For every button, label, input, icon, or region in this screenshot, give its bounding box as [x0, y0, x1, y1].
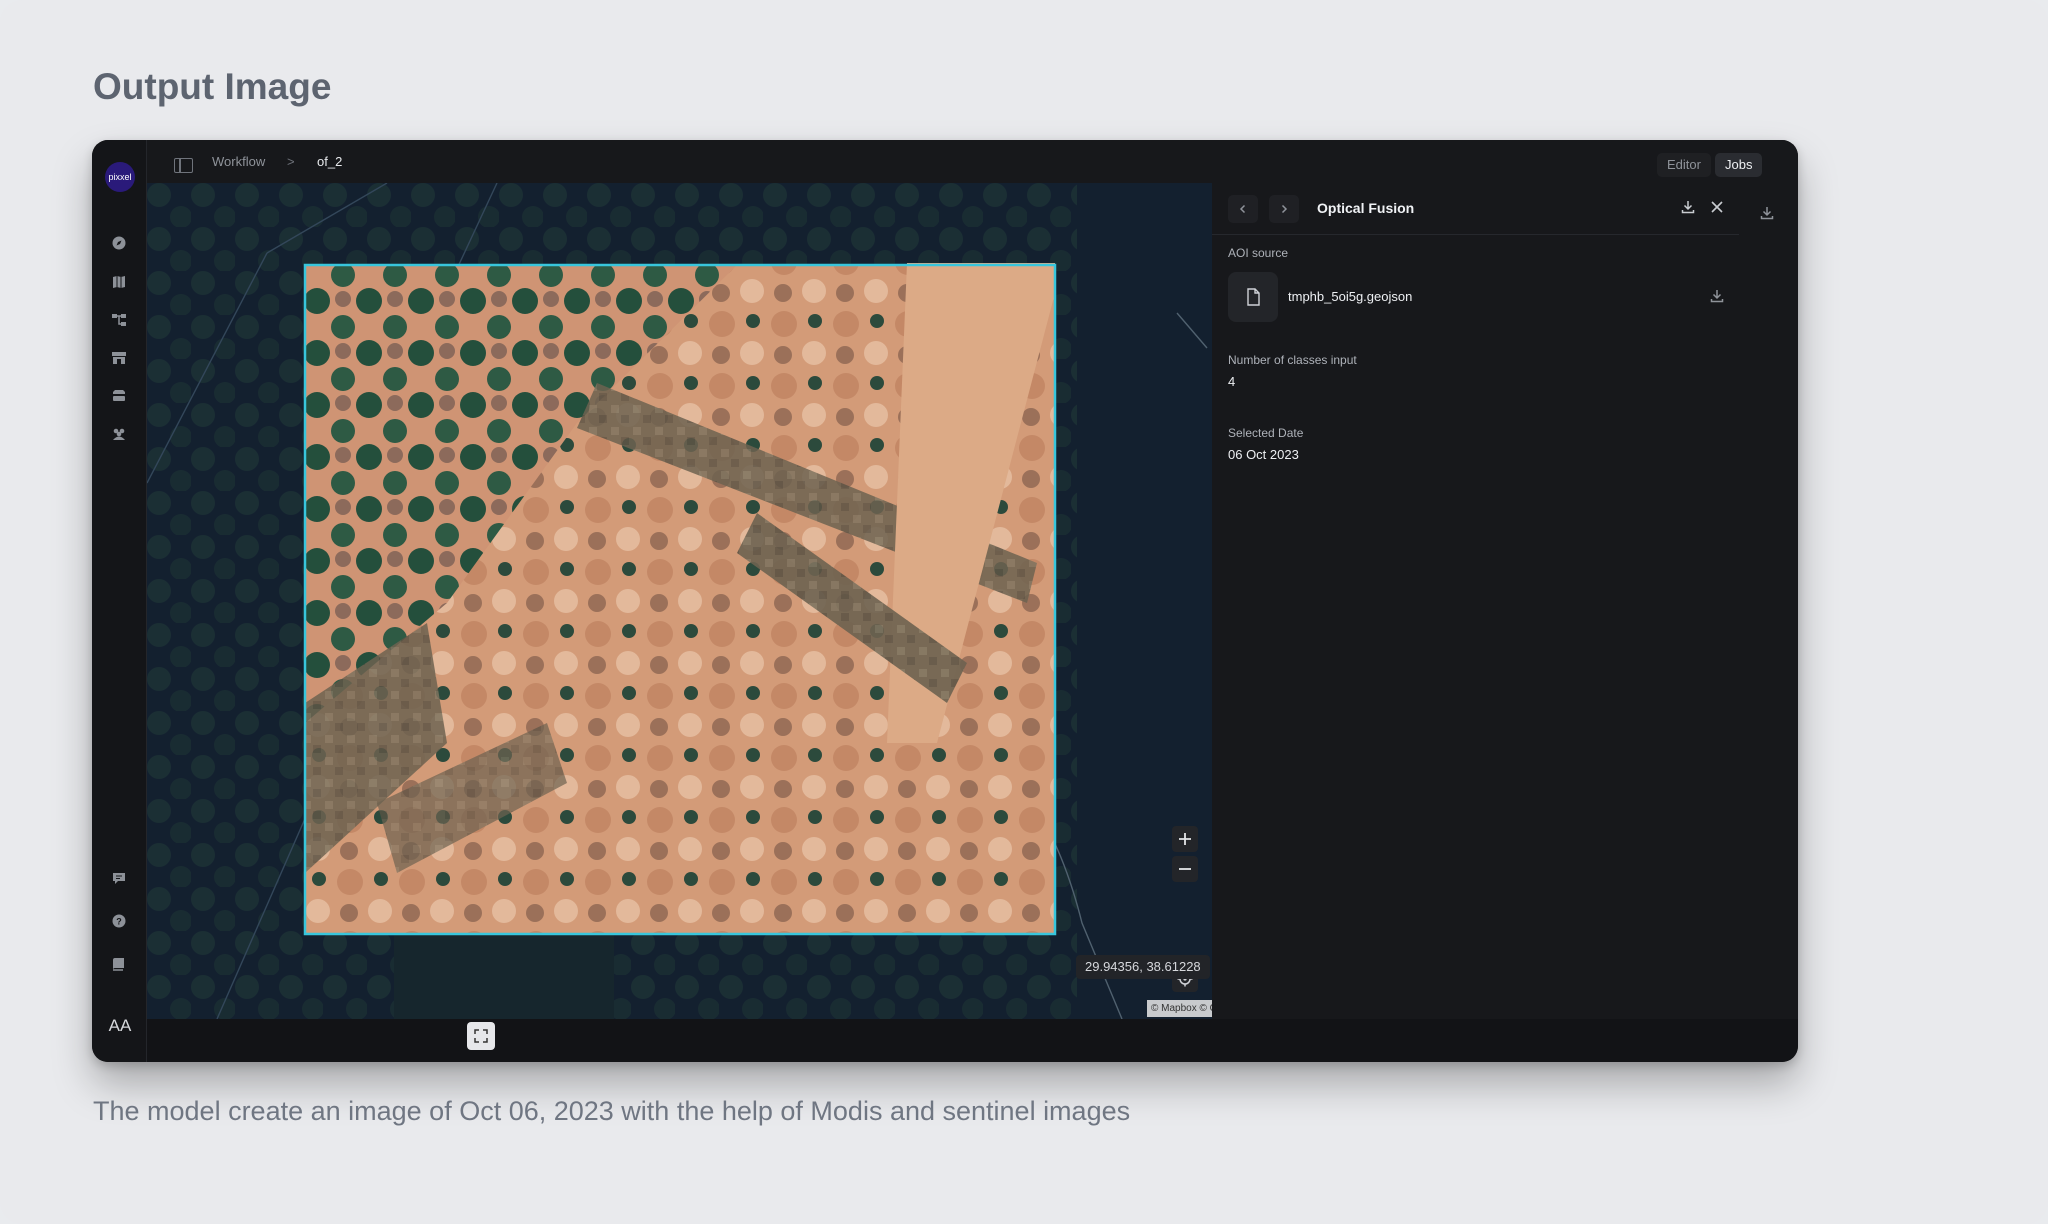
- classes-label: Number of classes input: [1228, 353, 1357, 367]
- sidebar-rail: pixxel ? AA: [92, 140, 147, 1062]
- aoi-download-icon[interactable]: [1709, 288, 1727, 306]
- coordinate-readout: 29.94356, 38.61228: [1076, 955, 1210, 979]
- date-value: 06 Oct 2023: [1228, 447, 1299, 462]
- storage-icon[interactable]: [109, 386, 129, 406]
- fullscreen-icon: [474, 1029, 488, 1043]
- page-heading: Output Image: [93, 66, 332, 107]
- fullscreen-button[interactable]: [467, 1022, 495, 1050]
- panel-title: Optical Fusion: [1317, 200, 1415, 216]
- jobs-strip: [1739, 183, 1798, 1019]
- breadcrumb-root[interactable]: Workflow: [212, 154, 265, 169]
- aoi-source-label: AOI source: [1228, 246, 1289, 260]
- top-bar: Workflow > of_2 Editor Jobs: [147, 140, 1798, 183]
- bottom-bar: [147, 1019, 1798, 1062]
- satellite-output-image: [303, 263, 1057, 936]
- tab-jobs[interactable]: Jobs: [1715, 153, 1763, 177]
- svg-text:?: ?: [116, 917, 122, 927]
- next-button[interactable]: [1269, 195, 1299, 223]
- zoom-out-button[interactable]: [1172, 856, 1198, 882]
- prev-button[interactable]: [1228, 195, 1258, 223]
- app-window: pixxel ? AA Workflow > of_2 Editor Jobs …: [92, 140, 1798, 1062]
- app-logo[interactable]: pixxel: [105, 162, 135, 192]
- explore-icon[interactable]: [109, 233, 129, 253]
- tab-editor[interactable]: Editor: [1657, 153, 1711, 177]
- feedback-icon[interactable]: [109, 868, 129, 888]
- avatar[interactable]: AA: [104, 1010, 136, 1042]
- file-icon: [1228, 272, 1278, 322]
- aoi-file-name[interactable]: tmphb_5oi5g.geojson: [1288, 289, 1412, 304]
- map-icon[interactable]: [109, 272, 129, 292]
- breadcrumb-separator: >: [287, 154, 295, 169]
- map-basemap: [147, 183, 1302, 1019]
- docs-icon[interactable]: [109, 954, 129, 974]
- download-icon[interactable]: [1680, 199, 1698, 217]
- date-label: Selected Date: [1228, 426, 1304, 440]
- jobs-download-icon[interactable]: [1759, 205, 1777, 223]
- output-card: Output Image pixxel ? AA Workflow > of_2…: [0, 0, 2048, 1224]
- close-icon[interactable]: [1709, 199, 1727, 217]
- workflow-icon[interactable]: [109, 310, 129, 330]
- classes-value: 4: [1228, 374, 1236, 389]
- job-details-panel: Optical Fusion AOI source tmphb_5oi5g.ge…: [1212, 183, 1739, 1019]
- page-caption: The model create an image of Oct 06, 202…: [93, 1096, 1131, 1126]
- sidebar-toggle-icon[interactable]: [174, 158, 193, 173]
- team-icon[interactable]: [109, 424, 129, 444]
- zoom-in-button[interactable]: [1172, 826, 1198, 852]
- panel-header: Optical Fusion: [1212, 183, 1739, 235]
- breadcrumb-current: of_2: [317, 154, 343, 169]
- map-view[interactable]: [147, 183, 1302, 1019]
- store-icon[interactable]: [109, 348, 129, 368]
- help-icon[interactable]: ?: [109, 911, 129, 931]
